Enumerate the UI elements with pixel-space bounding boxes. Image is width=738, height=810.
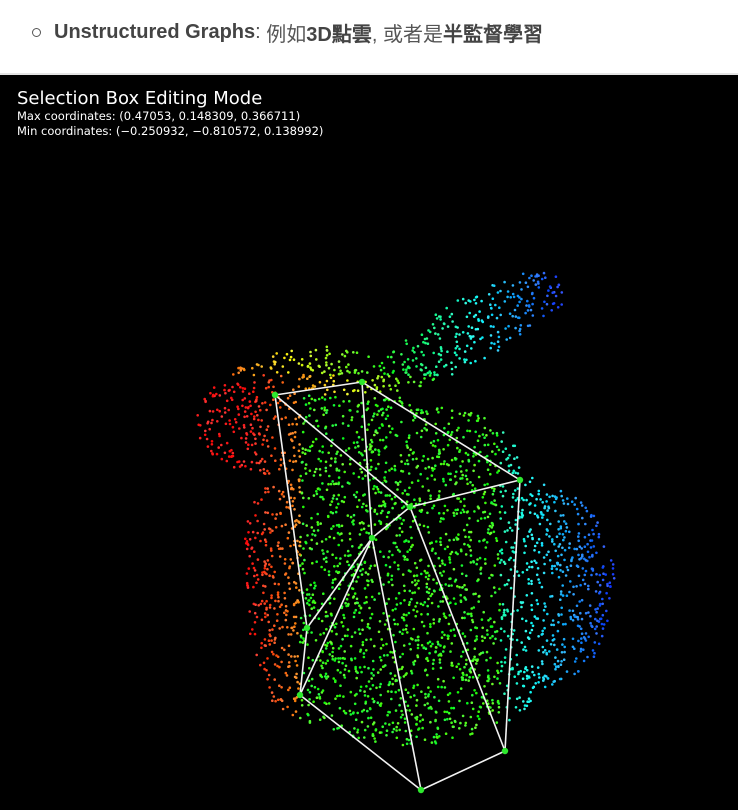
selection-box-handle[interactable] xyxy=(368,534,376,542)
selection-box-handle[interactable] xyxy=(516,476,524,484)
mode-title: Selection Box Editing Mode xyxy=(17,88,263,109)
viewer-hud: Selection Box Editing Mode Max coordinat… xyxy=(17,89,323,139)
selection-box-handle[interactable] xyxy=(358,378,366,386)
bullet-item: Unstructured Graphs : 例如 3D點雲 , 或者是 半監督學… xyxy=(32,14,543,50)
bullet-term: Unstructured Graphs xyxy=(54,20,256,43)
selection-box-edge xyxy=(504,479,521,752)
bullet-text-1: 例如 xyxy=(266,23,307,46)
selection-box-handle[interactable] xyxy=(271,391,279,399)
selection-box-edge xyxy=(274,394,308,629)
bullet-bold-1: 3D點雲 xyxy=(306,23,372,46)
cloud-points xyxy=(196,271,616,747)
selection-box-edge xyxy=(409,479,521,508)
bullet-bold-2: 半監督學習 xyxy=(442,23,543,46)
max-coordinates: Max coordinates: (0.47053, 0.148309, 0.3… xyxy=(17,109,301,123)
bunny-point-cloud[interactable] xyxy=(0,75,738,810)
selection-box-handle[interactable] xyxy=(296,691,304,699)
bullet-text-2: , 或者是 xyxy=(371,23,443,46)
selection-box-edge xyxy=(409,506,506,752)
min-coordinates: Min coordinates: (−0.250932, −0.810572, … xyxy=(17,124,324,138)
bullet-colon: : xyxy=(255,20,267,43)
selection-box-handle[interactable] xyxy=(501,747,509,755)
selection-box-handle[interactable] xyxy=(417,786,425,794)
selection-box-handle[interactable] xyxy=(406,503,414,511)
selection-box-handle[interactable] xyxy=(303,624,311,632)
selection-box-edge xyxy=(274,381,363,396)
selection-box-edge xyxy=(371,506,411,539)
point-cloud-viewer[interactable]: Selection Box Editing Mode Max coordinat… xyxy=(0,75,738,810)
selection-box-edge xyxy=(274,394,411,508)
selection-box-edge xyxy=(420,750,506,791)
circle-bullet-icon xyxy=(32,27,41,37)
notes-header: Unstructured Graphs : 例如 3D點雲 , 或者是 半監督學… xyxy=(0,0,738,74)
selection-box-edge xyxy=(361,381,521,481)
selection-box-edge xyxy=(299,694,422,791)
selection-box-edge xyxy=(306,537,373,629)
